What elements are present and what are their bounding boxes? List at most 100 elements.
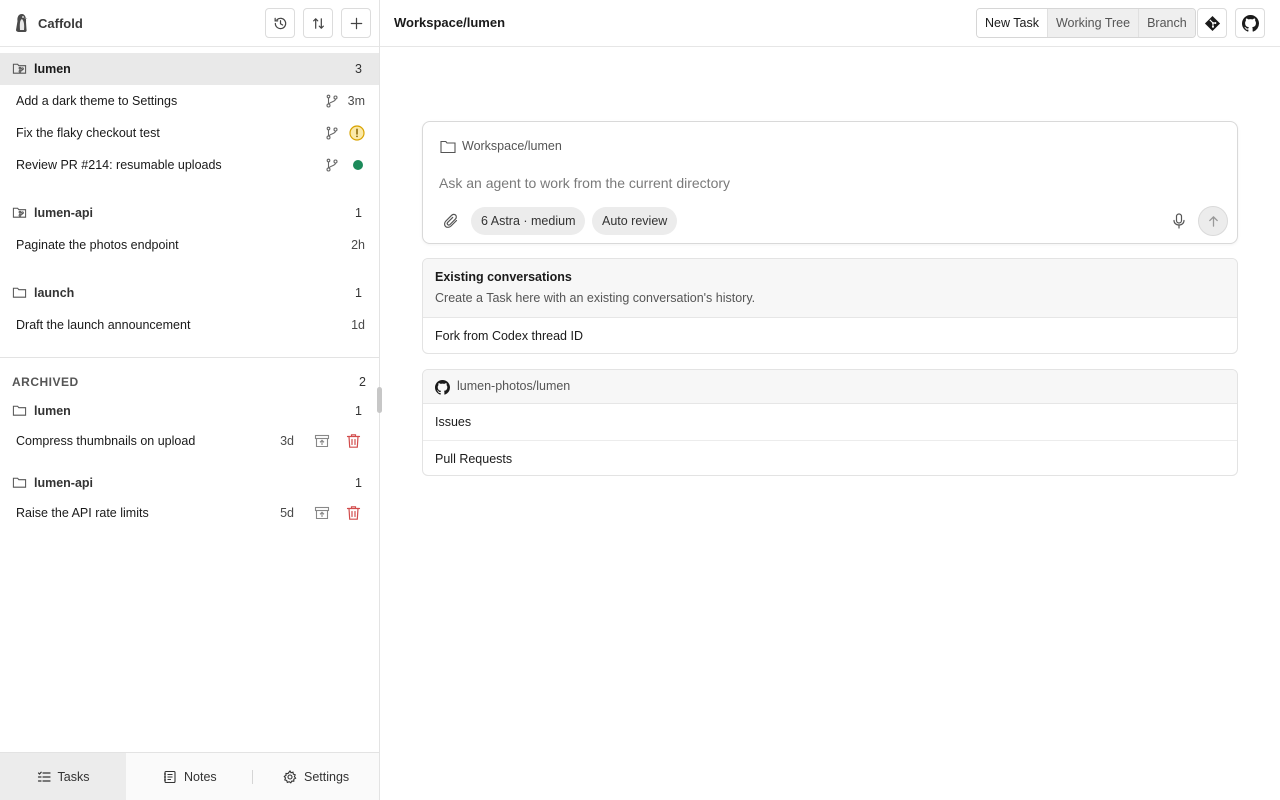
- folder-icon: [12, 477, 27, 488]
- task-composer: Workspace/lumen 6 Astra · medium Auto re…: [422, 121, 1238, 244]
- trash-icon[interactable]: [346, 433, 361, 449]
- github-icon: [435, 380, 450, 395]
- task-row[interactable]: Draft the launch announcement 1d: [0, 309, 379, 341]
- prompt-input[interactable]: [439, 175, 1139, 191]
- task-row[interactable]: Review PR #214: resumable uploads: [0, 149, 379, 181]
- task-title: Add a dark theme to Settings: [16, 94, 178, 108]
- task-title: Fix the flaky checkout test: [16, 126, 160, 140]
- task-row[interactable]: Paginate the photos endpoint 2h: [0, 229, 379, 261]
- footer-separator: [252, 770, 253, 784]
- unarchive-icon[interactable]: [314, 433, 330, 449]
- group-lumen-api[interactable]: lumen-api 1: [0, 197, 379, 229]
- github-button[interactable]: [1235, 8, 1265, 38]
- model-selector-chip[interactable]: 6 Astra · medium: [471, 207, 586, 235]
- card-subtitle: Create a Task here with an existing conv…: [435, 291, 756, 305]
- main-header: Workspace/lumen New Task Working Tree Br…: [380, 0, 1280, 47]
- card-title: Existing conversations: [435, 270, 572, 284]
- tab-label: Tasks: [57, 769, 90, 784]
- current-directory: Workspace/lumen: [462, 139, 562, 153]
- trash-icon[interactable]: [346, 505, 361, 521]
- tab-notes[interactable]: Notes: [163, 753, 217, 800]
- task-age: 3m: [347, 94, 365, 108]
- archived-group-lumen[interactable]: lumen 1: [0, 395, 379, 427]
- plus-icon: [350, 17, 362, 29]
- git-icon: [1204, 15, 1220, 31]
- existing-conversations-card: Existing conversations Create a Task her…: [422, 258, 1238, 354]
- folder-icon: [440, 140, 456, 154]
- group-name: lumen: [34, 404, 71, 418]
- task-title: Raise the API rate limits: [16, 506, 149, 520]
- task-list-icon: [37, 771, 51, 782]
- group-name: launch: [34, 286, 75, 300]
- card-header: lumen-photos/lumen: [423, 370, 1237, 404]
- group-launch[interactable]: launch 1: [0, 277, 379, 309]
- branch-icon: [326, 94, 338, 108]
- task-row[interactable]: Fix the flaky checkout test: [0, 117, 379, 149]
- archived-task-row[interactable]: Compress thumbnails on upload 3d: [0, 425, 379, 457]
- branch-icon: [326, 158, 338, 172]
- brand: Caffold: [14, 12, 83, 34]
- tab-settings[interactable]: Settings: [283, 753, 349, 800]
- tab-label: Settings: [304, 769, 350, 784]
- group-count: 3: [355, 62, 362, 76]
- send-button[interactable]: [1198, 206, 1228, 236]
- archived-group-lumen-api[interactable]: lumen-api 1: [0, 467, 379, 499]
- sidebar-footer: Tasks Notes Settings: [0, 752, 379, 800]
- history-button[interactable]: [265, 8, 295, 38]
- archived-count: 2: [359, 375, 366, 389]
- app-name: Caffold: [38, 15, 83, 31]
- segment-new-task[interactable]: New Task: [977, 9, 1047, 37]
- new-task-plus-button[interactable]: [341, 8, 371, 38]
- task-title: Review PR #214: resumable uploads: [16, 158, 222, 172]
- penguin-logo-icon: [16, 14, 28, 32]
- segment-branch[interactable]: Branch: [1138, 9, 1195, 37]
- archived-task-row[interactable]: Raise the API rate limits 5d: [0, 497, 379, 529]
- task-title: Compress thumbnails on upload: [16, 434, 196, 448]
- sort-button[interactable]: [303, 8, 333, 38]
- auto-review-chip[interactable]: Auto review: [592, 207, 678, 235]
- pull-requests-row[interactable]: Pull Requests: [423, 440, 1237, 475]
- microphone-icon[interactable]: [1172, 213, 1186, 229]
- unarchive-icon[interactable]: [314, 505, 330, 521]
- segment-working-tree[interactable]: Working Tree: [1046, 9, 1139, 37]
- arrow-up-icon: [1208, 215, 1218, 227]
- history-icon: [274, 17, 286, 29]
- group-name: lumen-api: [34, 206, 94, 220]
- tab-label: Notes: [184, 769, 217, 784]
- git-button[interactable]: [1197, 8, 1227, 38]
- section-divider: [0, 357, 379, 358]
- task-row[interactable]: Add a dark theme to Settings 3m: [0, 85, 379, 117]
- group-lumen[interactable]: lumen 3: [0, 53, 379, 85]
- folder-icon: [12, 287, 27, 298]
- status-dot-icon: [353, 160, 363, 170]
- group-count: 1: [355, 404, 362, 418]
- group-count: 1: [355, 206, 362, 220]
- notes-icon: [164, 770, 176, 783]
- worktree-folder-icon: [12, 207, 27, 218]
- folder-icon: [12, 405, 27, 416]
- tab-tasks[interactable]: Tasks: [0, 753, 126, 800]
- branch-icon: [326, 126, 338, 140]
- view-segmented-control: New Task Working Tree Branch: [976, 8, 1196, 38]
- card-header: Existing conversations Create a Task her…: [423, 259, 1237, 318]
- task-age: 1d: [351, 318, 365, 332]
- github-icon: [1241, 14, 1259, 32]
- task-age: 2h: [351, 238, 365, 252]
- sort-arrows-icon: [312, 17, 324, 29]
- paperclip-icon[interactable]: [443, 213, 459, 229]
- task-age: 5d: [280, 506, 294, 520]
- warning-icon: [349, 125, 365, 141]
- fork-thread-row[interactable]: Fork from Codex thread ID: [423, 318, 1237, 353]
- page-title: Workspace/lumen: [394, 15, 506, 30]
- task-title: Draft the launch announcement: [16, 318, 191, 332]
- repository-name: lumen-photos/lumen: [457, 379, 571, 393]
- sidebar: Caffold lumen 3 Add a dark theme to Sett…: [0, 0, 382, 800]
- task-title: Paginate the photos endpoint: [16, 238, 179, 252]
- group-count: 1: [355, 476, 362, 490]
- repository-card: lumen-photos/lumen Issues Pull Requests: [422, 369, 1238, 476]
- group-name: lumen-api: [34, 476, 94, 490]
- group-name: lumen: [34, 62, 71, 76]
- archived-section-title: ARCHIVED: [12, 375, 79, 389]
- worktree-folder-icon: [12, 63, 27, 74]
- issues-row[interactable]: Issues: [423, 404, 1237, 440]
